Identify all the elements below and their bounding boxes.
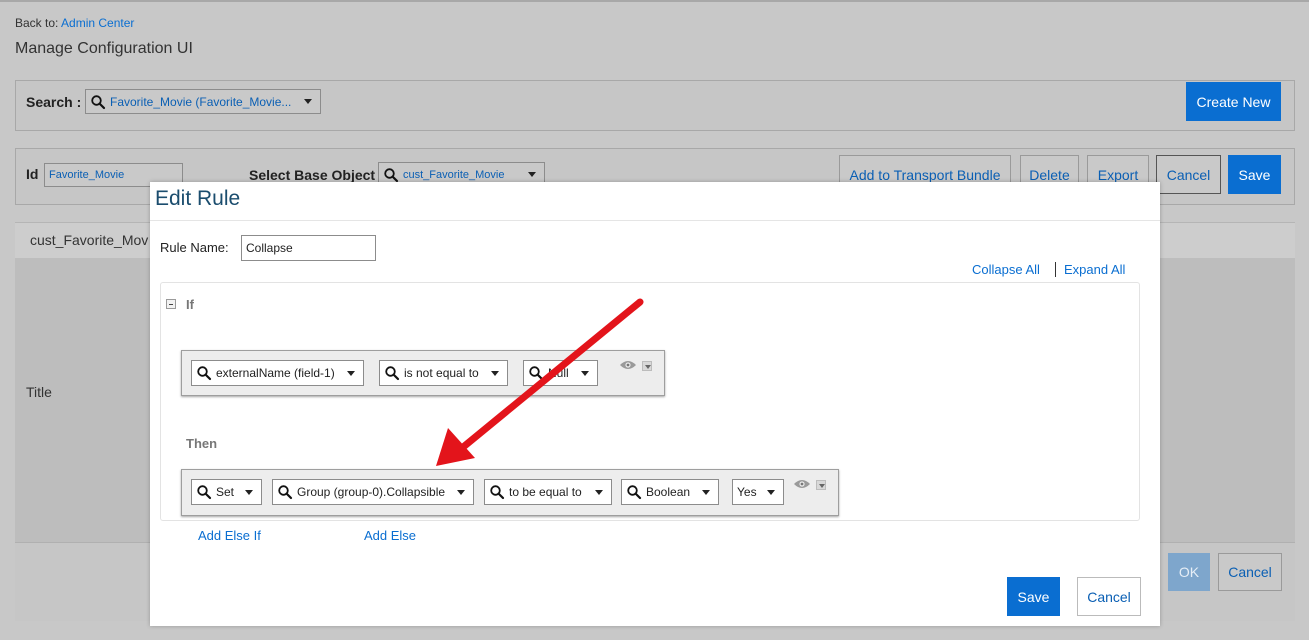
then-action-value: Set (216, 485, 235, 499)
base-object-label: Select Base Object (249, 167, 376, 183)
search-icon (383, 167, 399, 183)
dialog-cancel-button[interactable]: Cancel (1077, 577, 1141, 616)
search-select-value: Favorite_Movie (Favorite_Movie... (110, 94, 292, 109)
if-value-select[interactable]: Null (523, 360, 598, 386)
title-field-label: Title (26, 384, 52, 400)
search-icon (277, 484, 293, 500)
chevron-down-icon (595, 489, 603, 495)
section-title: cust_Favorite_Mov (30, 232, 149, 248)
then-operator-select[interactable]: to be equal to (484, 479, 612, 505)
then-action-select[interactable]: Set (191, 479, 262, 505)
search-icon (196, 484, 212, 500)
back-nav: Back to: Admin Center (15, 16, 134, 30)
chevron-down-icon (528, 172, 536, 177)
search-icon (489, 484, 505, 500)
add-else-if-link[interactable]: Add Else If (198, 528, 261, 543)
rule-name-input[interactable]: Collapse (241, 235, 376, 261)
chevron-down-icon (491, 370, 499, 376)
create-new-button[interactable]: Create New (1186, 82, 1281, 121)
search-select[interactable]: Favorite_Movie (Favorite_Movie... (85, 89, 321, 114)
eye-icon[interactable] (619, 359, 637, 371)
if-field-select[interactable]: externalName (field-1) (191, 360, 364, 386)
then-type-value: Boolean (646, 485, 691, 499)
search-icon (90, 94, 106, 110)
then-value-value: Yes (737, 485, 757, 499)
expand-all-link[interactable]: Expand All (1064, 262, 1125, 277)
top-border (0, 0, 1309, 2)
base-object-value: cust_Favorite_Movie (403, 168, 505, 181)
then-label: Then (186, 436, 218, 451)
chevron-down-icon (347, 370, 355, 376)
if-label: If (186, 297, 194, 312)
dialog-title-divider (150, 220, 1160, 221)
collapse-all-link[interactable]: Collapse All (972, 262, 1040, 277)
then-value-select[interactable]: Yes (732, 479, 784, 505)
chevron-down-icon (767, 489, 775, 495)
if-operator-select[interactable]: is not equal to (379, 360, 508, 386)
add-else-link[interactable]: Add Else (364, 528, 416, 543)
then-target-select[interactable]: Group (group-0).Collapsible (272, 479, 474, 505)
search-icon (528, 365, 544, 381)
then-operator-value: to be equal to (509, 485, 582, 499)
dialog-title: Edit Rule (155, 187, 241, 210)
row-options-icon[interactable] (816, 480, 826, 490)
page-title: Manage Configuration UI (15, 40, 193, 57)
if-operator-value: is not equal to (404, 366, 479, 380)
search-label: Search : (26, 94, 82, 110)
row-options-icon[interactable] (642, 361, 652, 371)
edit-rule-dialog: Edit Rule Rule Name: Collapse Collapse A… (150, 182, 1160, 626)
ok-button[interactable]: OK (1168, 553, 1210, 591)
save-button[interactable]: Save (1228, 155, 1281, 194)
back-prefix: Back to: (15, 16, 59, 30)
cancel-button[interactable]: Cancel (1156, 155, 1221, 194)
id-label: Id (26, 166, 39, 182)
search-icon (626, 484, 642, 500)
if-field-value: externalName (field-1) (216, 366, 335, 380)
chevron-down-icon (457, 489, 465, 495)
admin-center-link[interactable]: Admin Center (61, 16, 134, 30)
rule-name-label: Rule Name: (160, 240, 229, 255)
chevron-down-icon (581, 370, 589, 376)
search-icon (384, 365, 400, 381)
chevron-down-icon (304, 99, 312, 104)
eye-icon[interactable] (793, 478, 811, 490)
chevron-down-icon (702, 489, 710, 495)
if-value-value: Null (548, 366, 569, 380)
then-target-value: Group (group-0).Collapsible (297, 485, 446, 499)
section-cancel-button[interactable]: Cancel (1218, 553, 1282, 591)
collapse-toggle-icon[interactable] (166, 299, 176, 309)
then-type-select[interactable]: Boolean (621, 479, 719, 505)
search-icon (196, 365, 212, 381)
dialog-save-button[interactable]: Save (1007, 577, 1060, 616)
link-separator (1055, 262, 1056, 277)
chevron-down-icon (245, 489, 253, 495)
